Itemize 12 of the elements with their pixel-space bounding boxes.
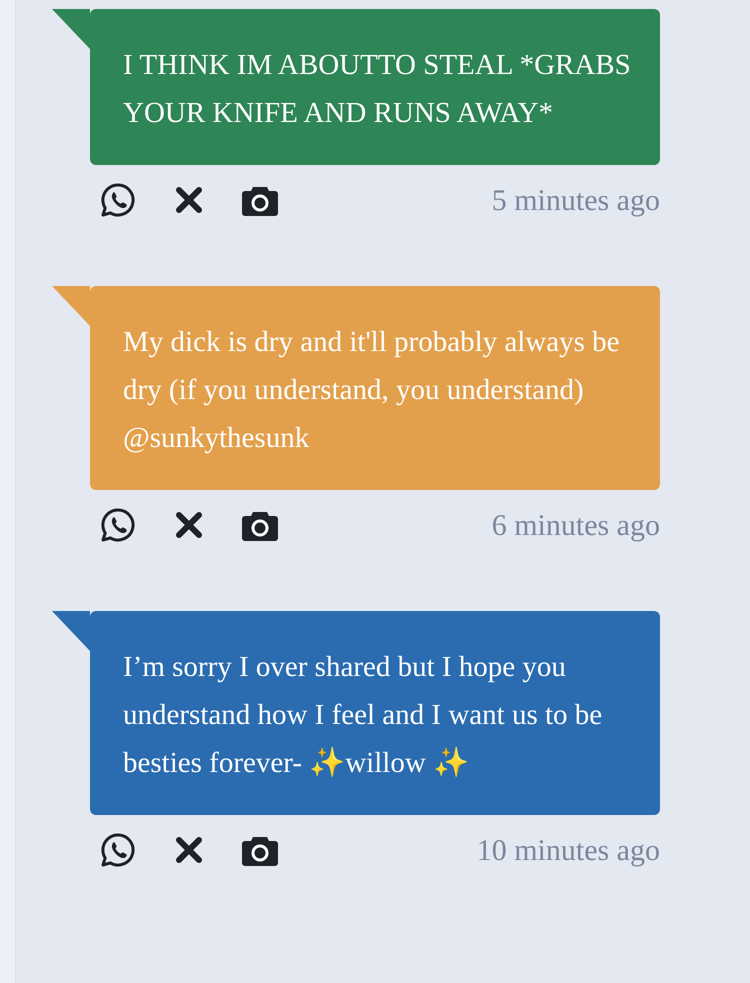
close-icon[interactable] [174,510,204,540]
timestamp: 6 minutes ago [492,508,660,544]
close-icon[interactable] [174,185,204,215]
whatsapp-icon[interactable] [100,832,136,868]
whatsapp-icon[interactable] [100,507,136,543]
close-icon[interactable] [174,835,204,865]
whatsapp-icon[interactable] [100,182,136,218]
timestamp: 10 minutes ago [476,832,660,868]
timestamp: 5 minutes ago [492,182,660,218]
message-text: My dick is dry and it'll probably always be dry (if you understand, you understand) @sunkythesunk [123,325,621,456]
message-text: I’m sorry I over shared but I hope you understand how I feel and I want us to be besties forever- ✨willow ✨ [123,650,604,781]
message-text: I THINK IM ABOUTTO STEAL *GRABS YOUR KNIFE AND RUNS AWAY* [123,48,632,131]
